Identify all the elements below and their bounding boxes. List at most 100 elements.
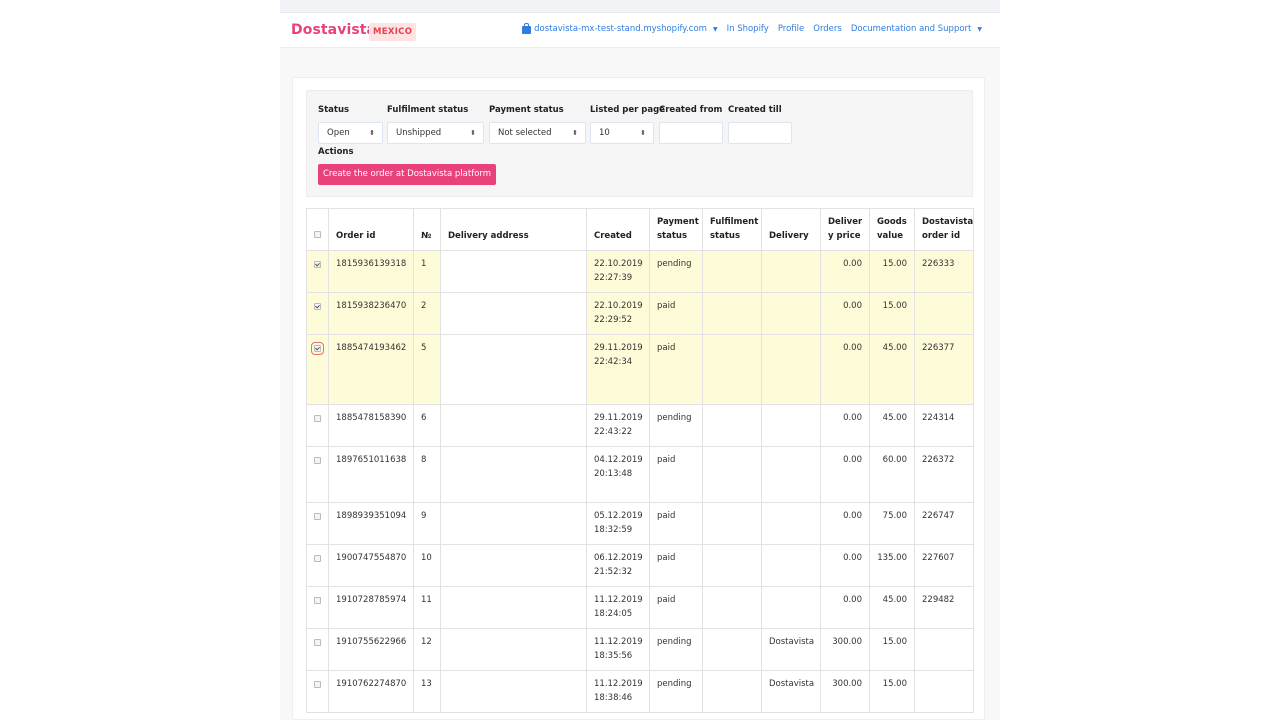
header-payment-status[interactable]: Payment status: [649, 208, 703, 251]
delivery-price-cell: 0.00: [820, 250, 870, 293]
row-checkbox[interactable]: [314, 555, 321, 562]
created-date: 29.11.2019: [594, 413, 643, 423]
nav-link-in-shopify[interactable]: In Shopify: [727, 24, 769, 34]
brand-logo[interactable]: Dostavista: [291, 22, 376, 38]
orders-table: Order id № Delivery address Created Paym…: [306, 208, 974, 713]
row-checkbox[interactable]: [314, 415, 321, 422]
payment-status-cell: paid: [649, 446, 703, 503]
order-id-cell[interactable]: 1897651011638: [328, 446, 414, 503]
dostavista-order-id-cell: 226333: [914, 250, 974, 293]
row-checkbox[interactable]: [314, 457, 321, 464]
table-row[interactable]: 1910762274870 13 11.12.2019 18:38:46 pending…: [306, 670, 974, 713]
actions-label: Actions: [318, 147, 354, 157]
listed-per-page-value: 10: [599, 128, 610, 138]
goods-value-cell: 45.00: [869, 586, 915, 629]
created-cell: 05.12.2019 18:32:59: [586, 502, 650, 545]
order-id-cell[interactable]: 1898939351094: [328, 502, 414, 545]
nav-link-documentation[interactable]: Documentation and Support ▼: [851, 24, 982, 34]
fulfilment-status-cell: [702, 670, 762, 713]
header-fulfilment-status[interactable]: Fulfilment status: [702, 208, 762, 251]
table-row[interactable]: 1898939351094 9 05.12.2019 18:32:59 paid 0.00…: [306, 502, 974, 545]
header-delivery-address[interactable]: Delivery address: [440, 208, 587, 251]
select-all-cell: [306, 208, 329, 251]
row-checkbox[interactable]: [314, 597, 321, 604]
table-row[interactable]: 1897651011638 8 04.12.2019 20:13:48 paid 0.00…: [306, 446, 974, 503]
store-dropdown[interactable]: dostavista-mx-test-stand.myshopify.com ▼: [522, 22, 718, 34]
created-till-input[interactable]: [728, 122, 792, 144]
header-delivery-price[interactable]: Deliver y price: [820, 208, 870, 251]
created-time: 22:27:39: [594, 272, 633, 283]
row-checkbox[interactable]: [314, 639, 321, 646]
order-id-cell[interactable]: 1910755622966: [328, 628, 414, 671]
delivery-price-cell: 0.00: [820, 502, 870, 545]
header-dostavista-order-id[interactable]: Dostavista order id: [914, 208, 974, 251]
delivery-cell: [761, 446, 821, 503]
status-select[interactable]: Open ⬍: [318, 122, 383, 144]
dostavista-order-id-cell: [914, 628, 974, 671]
row-select-cell: [306, 628, 329, 671]
order-id-cell[interactable]: 1885474193462: [328, 334, 414, 405]
table-row[interactable]: 1910728785974 11 11.12.2019 18:24:05 paid 0.0…: [306, 586, 974, 629]
order-id-cell[interactable]: 1885478158390: [328, 404, 414, 447]
table-row[interactable]: 1815938236470 2 22.10.2019 22:29:52 paid 0.00…: [306, 292, 974, 335]
number-cell: 11: [413, 586, 441, 629]
fulfilment-status-label: Fulfilment status: [387, 105, 469, 115]
row-checkbox[interactable]: [314, 681, 321, 688]
row-checkbox[interactable]: [314, 261, 321, 268]
payment-status-select[interactable]: Not selected ⬍: [489, 122, 586, 144]
top-strip: [280, 0, 1000, 13]
header-order-id[interactable]: Order id: [328, 208, 414, 251]
row-select-cell: [306, 586, 329, 629]
table-row[interactable]: 1900747554870 10 06.12.2019 21:52:32 paid 0.0…: [306, 544, 974, 587]
goods-value-cell: 15.00: [869, 628, 915, 671]
create-order-button[interactable]: Create the order at Dostavista platform: [318, 164, 496, 185]
nav-link-profile[interactable]: Profile: [778, 24, 804, 34]
delivery-price-cell: 0.00: [820, 404, 870, 447]
header-line: status: [710, 230, 741, 241]
number-cell: 8: [413, 446, 441, 503]
order-id-cell[interactable]: 1910728785974: [328, 586, 414, 629]
header-line: Fulfilment: [710, 217, 759, 227]
nav-link-orders[interactable]: Orders: [813, 24, 842, 34]
created-date: 11.12.2019: [594, 637, 643, 647]
region-badge: MEXICO: [369, 23, 417, 41]
select-all-checkbox[interactable]: [314, 230, 321, 238]
row-checkbox[interactable]: [314, 513, 321, 520]
row-checkbox[interactable]: [311, 342, 324, 355]
order-id-cell[interactable]: 1900747554870: [328, 544, 414, 587]
table-row[interactable]: 1885474193462 5 29.11.2019 22:42:34 paid 0.00…: [306, 334, 974, 405]
header-delivery[interactable]: Delivery: [761, 208, 821, 251]
delivery-address-cell: [440, 250, 587, 293]
row-checkbox[interactable]: [314, 303, 321, 310]
created-date: 11.12.2019: [594, 679, 643, 689]
payment-status-cell: paid: [649, 544, 703, 587]
dostavista-order-id-cell: [914, 292, 974, 335]
fulfilment-status-cell: [702, 334, 762, 405]
created-cell: 11.12.2019 18:38:46: [586, 670, 650, 713]
created-time: 21:52:32: [594, 566, 633, 577]
payment-status-cell: pending: [649, 404, 703, 447]
listed-per-page-select[interactable]: 10 ⬍: [590, 122, 654, 144]
header-created[interactable]: Created: [586, 208, 650, 251]
delivery-price-cell: 0.00: [820, 446, 870, 503]
dostavista-order-id-cell: 229482: [914, 586, 974, 629]
created-time: 18:35:56: [594, 650, 633, 661]
order-id-cell[interactable]: 1815938236470: [328, 292, 414, 335]
table-header-row: Order id № Delivery address Created Paym…: [306, 208, 974, 251]
order-id-cell[interactable]: 1815936139318: [328, 250, 414, 293]
table-row[interactable]: 1885478158390 6 29.11.2019 22:43:22 pending 0…: [306, 404, 974, 447]
goods-value-cell: 75.00: [869, 502, 915, 545]
created-cell: 29.11.2019 22:43:22: [586, 404, 650, 447]
header-number[interactable]: №: [413, 208, 441, 251]
delivery-address-cell: [440, 670, 587, 713]
status-value: Open: [327, 128, 350, 138]
created-cell: 29.11.2019 22:42:34: [586, 334, 650, 405]
table-row[interactable]: 1815936139318 1 22.10.2019 22:27:39 pending 0…: [306, 250, 974, 293]
table-row[interactable]: 1910755622966 12 11.12.2019 18:35:56 pending…: [306, 628, 974, 671]
created-from-input[interactable]: [659, 122, 723, 144]
header-goods-value[interactable]: Goods value: [869, 208, 915, 251]
order-id-cell[interactable]: 1910762274870: [328, 670, 414, 713]
delivery-address-cell: [440, 502, 587, 545]
fulfilment-status-select[interactable]: Unshipped ⬍: [387, 122, 484, 144]
header-line: status: [657, 230, 688, 241]
